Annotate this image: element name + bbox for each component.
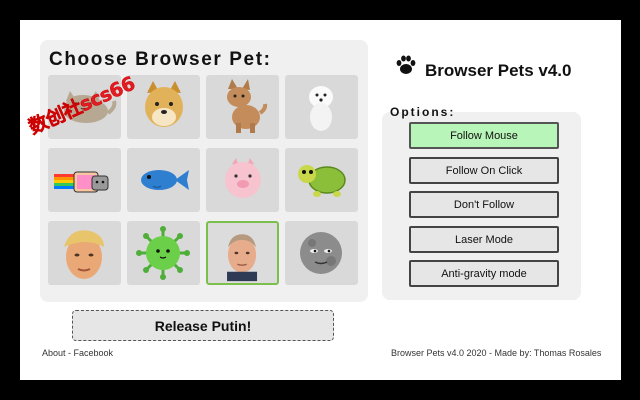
option-laser-mode[interactable]: Laser Mode [409, 226, 559, 253]
option-dont-follow[interactable]: Don't Follow [409, 191, 559, 218]
pet-tile-putin[interactable] [206, 221, 279, 285]
paw-icon [396, 55, 416, 74]
pet-tile-doge[interactable] [127, 75, 200, 139]
options-label: Options: [390, 105, 456, 119]
pet-tile-corgi[interactable] [206, 75, 279, 139]
pig-icon [225, 158, 261, 198]
trump-face-icon [64, 230, 104, 279]
pet-tile-nyan-cat[interactable] [48, 148, 121, 212]
white-dog-icon [309, 86, 333, 131]
virus-icon [136, 226, 190, 280]
doge-icon [145, 81, 183, 127]
pet-tile-pig[interactable] [206, 148, 279, 212]
about-link[interactable]: About [42, 348, 66, 358]
pet-tile-white-dog[interactable] [285, 75, 358, 139]
page-title: Choose Browser Pet: [49, 49, 272, 70]
app-brand-title: Browser Pets v4.0 [425, 61, 572, 80]
footer-separator: - [65, 348, 74, 358]
facebook-link[interactable]: Facebook [74, 348, 114, 358]
pet-tile-trump[interactable] [48, 221, 121, 285]
app-window: Choose Browser Pet: 数创社scs66 Release Put… [20, 20, 621, 380]
moon-face-icon [300, 232, 342, 274]
fish-icon [141, 170, 189, 190]
nyan-cat-icon [54, 171, 109, 193]
putin-face-icon [227, 234, 258, 282]
option-follow-mouse[interactable]: Follow Mouse [409, 122, 559, 149]
footer-credit: Browser Pets v4.0 2020 - Made by: Thomas… [391, 348, 602, 358]
pet-tile-fish[interactable] [127, 148, 200, 212]
corgi-icon [227, 79, 268, 133]
pet-tile-virus[interactable] [127, 221, 200, 285]
release-pet-button[interactable]: Release Putin! [72, 310, 334, 341]
option-anti-gravity-mode[interactable]: Anti-gravity mode [409, 260, 559, 287]
turtle-icon [298, 165, 346, 197]
footer-links: About - Facebook [42, 348, 113, 358]
pet-tile-turtle[interactable] [285, 148, 358, 212]
pet-tile-moon[interactable] [285, 221, 358, 285]
option-follow-on-click[interactable]: Follow On Click [409, 157, 559, 184]
